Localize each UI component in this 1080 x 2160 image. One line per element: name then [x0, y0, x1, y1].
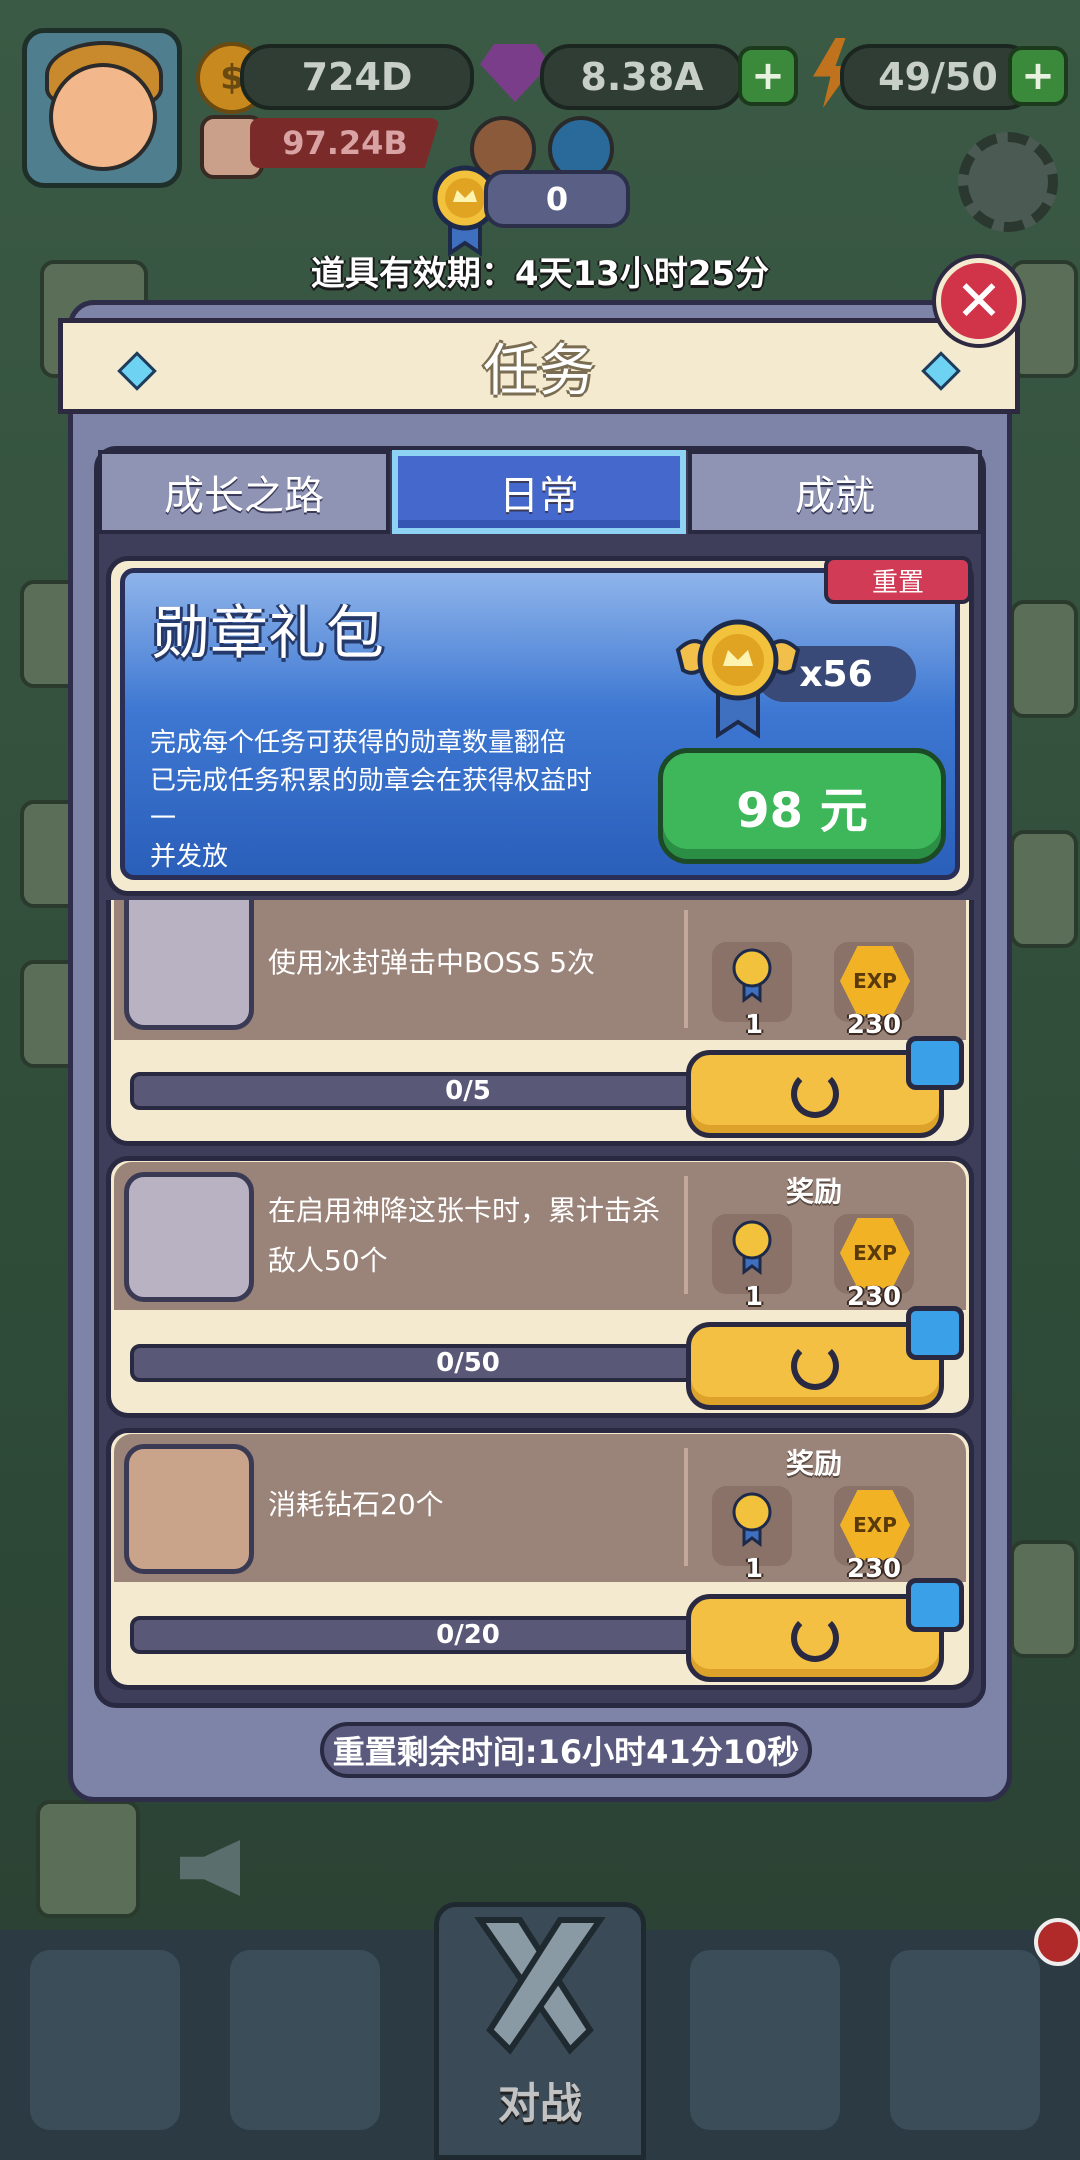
task-3-exp-amount: 230 — [846, 1554, 902, 1584]
add-gems-button[interactable]: + — [738, 46, 798, 106]
energy-counter: 49/50 — [840, 44, 1036, 110]
side-right-icon-2[interactable] — [1010, 600, 1078, 718]
task-2-exp-amount: 230 — [846, 1282, 902, 1312]
crossed-swords-icon — [474, 1917, 606, 2055]
power-value: 97.24B — [250, 118, 440, 168]
task-3-medal-count: 1 — [744, 1554, 764, 1584]
task-1-exp-amount: 230 — [846, 1010, 902, 1040]
task-1-text: 使用冰封弹击中BOSS 5次 — [268, 946, 596, 979]
video-ad-icon — [906, 1578, 964, 1632]
task-2-text: 在启用神降这张卡时，累计击杀敌人50个 — [268, 1194, 661, 1277]
refresh-icon — [791, 1342, 839, 1390]
side-right-icon-4[interactable] — [1010, 1540, 1078, 1658]
mail-clipboard-icon[interactable] — [36, 1800, 140, 1918]
item-validity-text: 道具有效期：4天13小时25分 — [310, 254, 770, 294]
gem-counter: 8.38A — [540, 44, 744, 110]
task-1-medal-count: 1 — [744, 1010, 764, 1040]
close-button[interactable]: ✕ — [936, 258, 1022, 344]
video-ad-icon — [906, 1036, 964, 1090]
side-right-icon-3[interactable] — [1010, 830, 1078, 948]
tab-achievement[interactable]: 成就 — [688, 450, 982, 534]
refresh-icon — [791, 1614, 839, 1662]
notification-dot — [1034, 1918, 1080, 1966]
task-2-medal-count: 1 — [744, 1282, 764, 1312]
treasure-bag-icon — [124, 1444, 254, 1574]
task-2-reward-label: 奖励 — [785, 1175, 842, 1208]
avatar-face — [49, 63, 157, 171]
settings-gear-icon[interactable] — [958, 132, 1058, 232]
nav-shop-icon[interactable] — [890, 1950, 1040, 2130]
medal-reward-icon — [732, 1220, 772, 1275]
coin-counter: 724D — [240, 44, 474, 110]
task-3-text: 消耗钻石20个 — [268, 1488, 444, 1521]
reset-badge[interactable]: 重置 — [824, 556, 972, 604]
medal-pack-description: 完成每个任务可获得的勋章数量翻倍 已完成任务积累的勋章会在获得权益时一 并发放 — [150, 724, 610, 876]
buy-medal-pack-button[interactable]: 98 元 — [658, 748, 946, 864]
winged-medal-icon — [675, 619, 801, 739]
task-2-divider — [684, 1176, 688, 1294]
modal-title: 任务 — [58, 318, 1020, 414]
close-icon: ✕ — [955, 268, 1003, 334]
pack-desc-line-1: 完成每个任务可获得的勋章数量翻倍 — [150, 728, 567, 758]
pack-desc-line-2: 已完成任务积累的勋章会在获得权益时一 — [150, 766, 593, 834]
diamond-ornament-left-icon — [117, 351, 157, 391]
task-3-reward-label: 奖励 — [785, 1447, 842, 1480]
nav-equipment-icon[interactable] — [690, 1950, 840, 2130]
tab-daily[interactable]: 日常 — [392, 450, 686, 534]
medal-reward-icon — [732, 948, 772, 1003]
nav-battle-label: 对战 — [497, 2079, 582, 2128]
crossed-swords-icon — [124, 1172, 254, 1302]
medal-counter: 0 — [484, 170, 630, 228]
medal-pack-title: 勋章礼包 — [152, 599, 385, 667]
task-3-divider — [684, 1448, 688, 1566]
player-avatar[interactable] — [22, 28, 182, 188]
medal-reward-icon — [732, 1492, 772, 1547]
pack-desc-line-3: 并发放 — [150, 842, 229, 872]
tab-growth-path[interactable]: 成长之路 — [98, 450, 390, 534]
add-energy-button[interactable]: + — [1008, 46, 1068, 106]
modal-title-text: 任务 — [483, 338, 595, 404]
nav-heroes-icon[interactable] — [230, 1950, 380, 2130]
nav-lab-icon[interactable] — [30, 1950, 180, 2130]
diamond-ornament-right-icon — [921, 351, 961, 391]
task-1-divider — [684, 910, 688, 1028]
refresh-icon — [791, 1070, 839, 1118]
crossed-swords-icon — [124, 900, 254, 1030]
video-ad-icon — [906, 1306, 964, 1360]
reset-countdown: 重置剩余时间:16小时41分10秒 — [320, 1722, 812, 1778]
